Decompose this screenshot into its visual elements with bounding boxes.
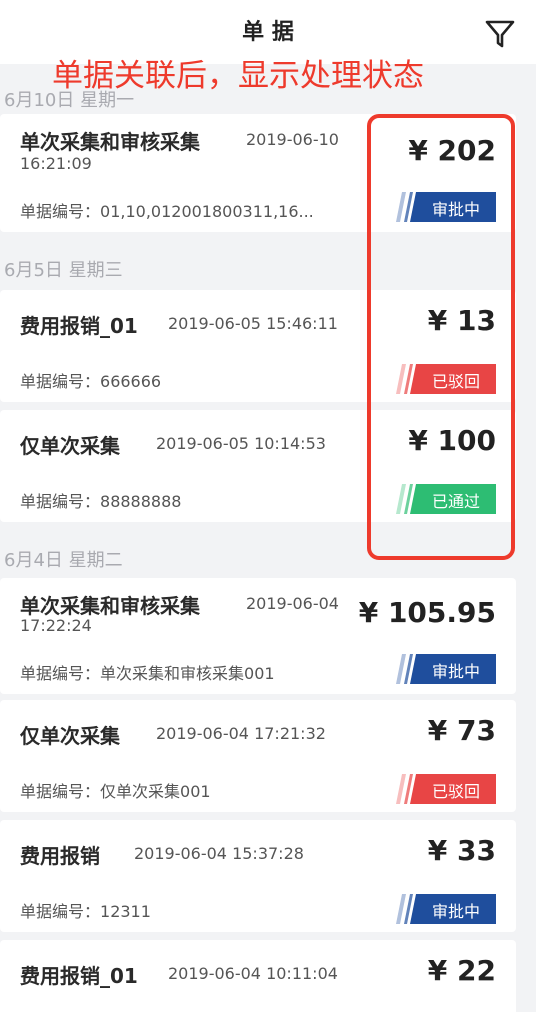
bill-card[interactable]: 单次采集和审核采集 2019-06-04 17:22:24 单据编号：单次采集和… [0, 578, 516, 694]
status-badge: 已驳回 [396, 774, 496, 804]
bill-code: 单据编号：01,10,012001800311,16... [20, 202, 314, 221]
bill-code: 单据编号：单次采集和审核采集001 [20, 664, 275, 683]
bill-card[interactable]: 仅单次采集 2019-06-04 17:21:32 单据编号：仅单次采集001 … [0, 700, 516, 812]
bill-time: 2019-06-05 15:46:11 [168, 314, 338, 333]
status-badge: 审批中 [396, 894, 496, 924]
bill-title: 仅单次采集 [20, 724, 120, 748]
bill-card[interactable]: 费用报销_01 2019-06-04 10:11:04 ¥ 22 [0, 940, 516, 1012]
highlight-box [367, 114, 515, 560]
bill-amount: ¥ 33 [427, 834, 496, 867]
bill-title: 单次采集和审核采集 [20, 594, 200, 618]
bill-time: 2019-06-05 10:14:53 [156, 434, 326, 453]
bill-time: 2019-06-10 [246, 130, 339, 149]
bill-title: 单次采集和审核采集 [20, 130, 200, 154]
bill-time: 2019-06-04 15:37:28 [134, 844, 304, 863]
bill-card[interactable]: 费用报销 2019-06-04 15:37:28 单据编号：12311 ¥ 33… [0, 820, 516, 932]
page-title: 单 据 [242, 20, 294, 45]
bill-time-continued: 16:21:09 [20, 154, 92, 173]
bill-amount: ¥ 73 [427, 714, 496, 747]
bill-time: 2019-06-04 [246, 594, 339, 613]
status-badge: 审批中 [396, 654, 496, 684]
bill-title: 费用报销 [20, 844, 100, 868]
bill-amount: ¥ 105.95 [358, 596, 496, 629]
bill-title: 仅单次采集 [20, 434, 120, 458]
annotation-text: 单据关联后，显示处理状态 [52, 58, 424, 94]
status-label: 审批中 [431, 662, 480, 681]
bill-title: 费用报销_01 [20, 314, 138, 338]
bill-code: 单据编号：12311 [20, 902, 151, 921]
bill-time: 2019-06-04 17:21:32 [156, 724, 326, 743]
bill-code: 单据编号：666666 [20, 372, 162, 391]
status-label: 已驳回 [431, 782, 480, 801]
status-label: 审批中 [431, 902, 480, 921]
bill-title: 费用报销_01 [20, 964, 138, 988]
date-header: 6月5日 星期三 [4, 260, 123, 281]
bill-time: 2019-06-04 10:11:04 [168, 964, 338, 983]
bill-code: 单据编号：仅单次采集001 [20, 782, 211, 801]
date-header: 6月4日 星期二 [4, 550, 123, 571]
bill-code: 单据编号：88888888 [20, 492, 182, 511]
filter-icon[interactable] [484, 18, 516, 50]
bill-amount: ¥ 22 [427, 954, 496, 987]
bill-time-continued: 17:22:24 [20, 616, 92, 635]
